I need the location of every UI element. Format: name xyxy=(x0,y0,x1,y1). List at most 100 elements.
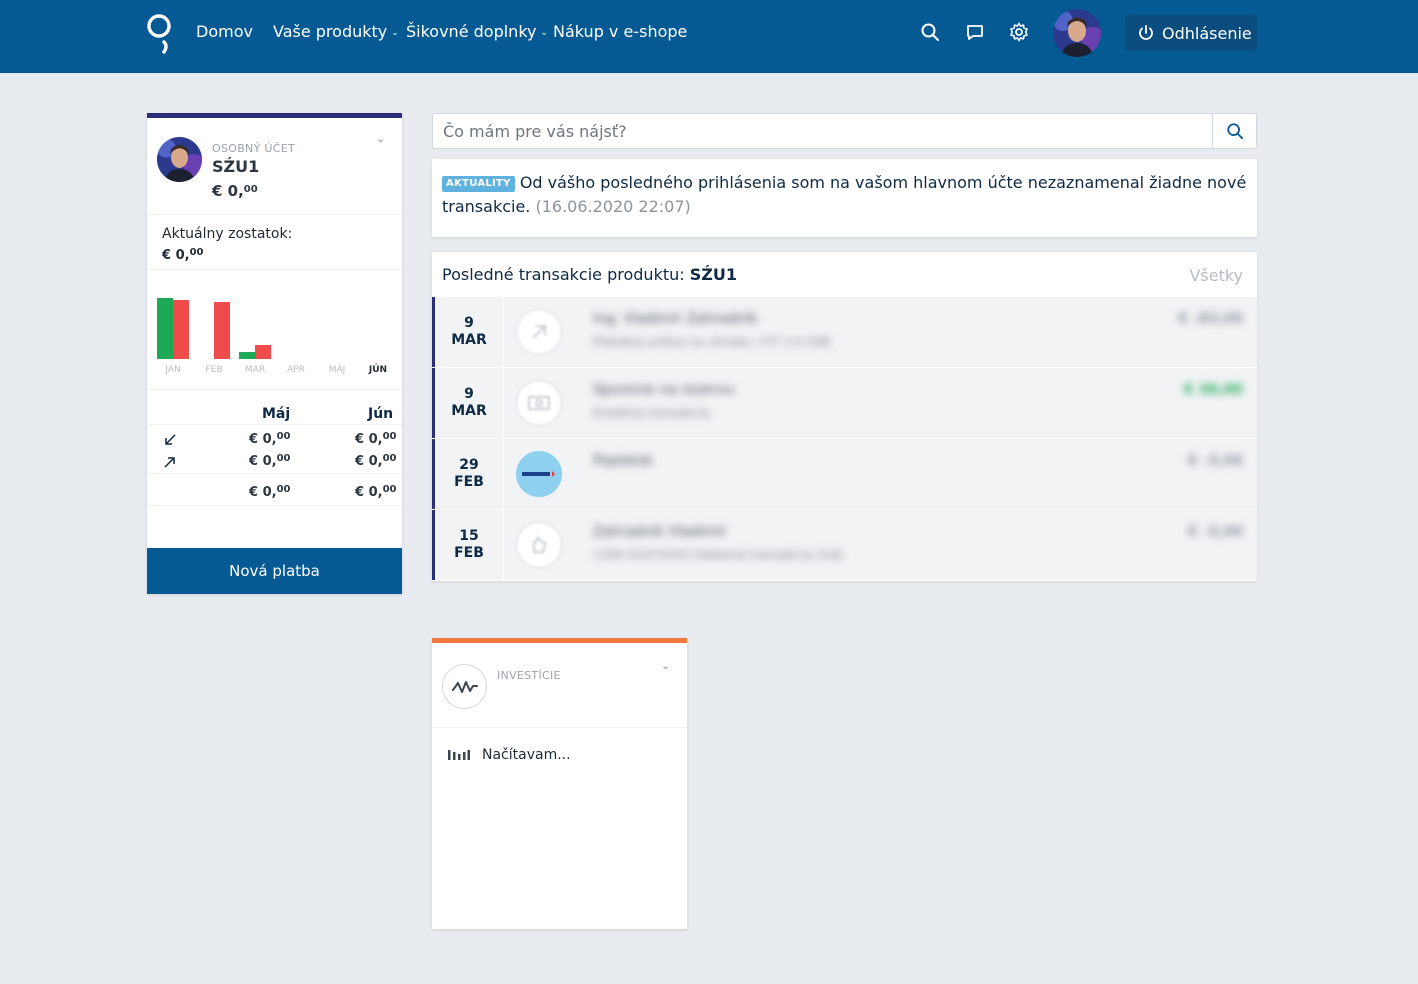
chart-month-label: JÚN xyxy=(368,365,388,375)
news-panel: AKTUALITY Od vášho posledného prihláseni… xyxy=(432,159,1257,237)
new-payment-label: Nová platba xyxy=(229,562,320,580)
transaction-description: 1309 4197XXXX Debetná transakcia (iná) xyxy=(593,548,844,562)
search-icon[interactable] xyxy=(920,22,940,42)
transaction-description: Platobný príkaz na úhradu / FIT 2.0 SSB xyxy=(593,335,831,349)
investments-label: INVESTÍCIE xyxy=(497,669,561,682)
chart-bar xyxy=(255,345,271,359)
account-header[interactable]: OSOBNÝ ÚČET SŹU1 € 0,00 ⌄ xyxy=(147,118,402,215)
balance-value: € 0,00 xyxy=(162,247,203,263)
transactions-product: SŹU1 xyxy=(689,265,737,284)
table-cell: € 0,00 xyxy=(249,431,291,447)
transactions-title-prefix: Posledné transakcie produktu: xyxy=(442,265,685,284)
hand-icon xyxy=(516,522,562,568)
search-button[interactable] xyxy=(1212,114,1256,148)
balance-label: Aktuálny zostatok: xyxy=(162,226,293,242)
search-icon xyxy=(1226,123,1243,140)
transaction-row[interactable]: 29 FEB Poplatok € -3,00 xyxy=(432,439,1257,509)
search-bar xyxy=(432,113,1257,149)
table-header-june: Jún xyxy=(368,406,394,422)
nav-home-label: Domov xyxy=(196,22,253,41)
nav-addons-dropdown[interactable]: Šikovné doplnky ⌄ xyxy=(406,22,548,45)
incoming-arrow-icon xyxy=(165,434,176,445)
account-amount: € 0,00 xyxy=(212,182,258,200)
all-transactions-link[interactable]: Všetky xyxy=(1189,266,1243,285)
chart-month-label: JAN xyxy=(165,365,181,375)
nav-products-label: Vaše produkty xyxy=(273,22,388,41)
chart-bar xyxy=(239,352,255,359)
logout-label: Odhlásenie xyxy=(1162,23,1252,43)
transaction-row[interactable]: 9 MAR Ing. Vladimír Zahradník Platobný pr… xyxy=(432,297,1257,367)
monthly-cashflow-chart: JAN FEB MAR APR MÁJ JÚN xyxy=(147,278,402,388)
transaction-name: Zahradník Vladimír xyxy=(593,524,727,540)
nav-shop-label: Nákup v e-shope xyxy=(553,22,688,41)
divider xyxy=(147,269,402,270)
search-input[interactable] xyxy=(433,114,1212,148)
investments-card: INVESTÍCIE ⌄ Načítavam... xyxy=(432,638,687,929)
logout-button[interactable]: Odhlásenie xyxy=(1125,15,1257,51)
outgoing-arrow-icon xyxy=(164,457,175,468)
new-payment-button[interactable]: Nová platba xyxy=(147,548,402,594)
divider xyxy=(503,510,504,580)
divider xyxy=(503,439,504,509)
transaction-row[interactable]: 9 MAR Sporenie na rezervu Kreditná transa… xyxy=(432,368,1257,438)
divider xyxy=(503,297,504,367)
top-navigation-bar: Domov Vaše produkty ⌄ Šikovné doplnky ⌄ Ná… xyxy=(0,0,1418,73)
table-total: € 0,00 xyxy=(355,484,397,500)
divider xyxy=(147,389,402,390)
transaction-date: 9 MAR xyxy=(451,386,487,419)
chart-month-label: APR xyxy=(287,365,305,375)
account-avatar xyxy=(157,137,202,182)
loading-text: Načítavam... xyxy=(482,747,571,763)
transactions-title: Posledné transakcie produktu: SŹU1 xyxy=(442,265,737,284)
activity-pulse-icon xyxy=(442,664,487,709)
table-total: € 0,00 xyxy=(249,484,291,500)
transaction-date: 29 FEB xyxy=(454,457,484,490)
user-avatar[interactable] xyxy=(1053,9,1101,57)
divider xyxy=(147,505,402,506)
chart-month-label: FEB xyxy=(205,365,223,375)
chevron-down-icon: ⌄ xyxy=(391,28,399,38)
power-icon xyxy=(1139,25,1153,40)
transaction-row[interactable]: 15 FEB Zahradník Vladimír 1309 4197XXXX D… xyxy=(432,510,1257,580)
chevron-down-icon: ⌄ xyxy=(540,28,549,38)
table-header-may: Máj xyxy=(262,406,291,422)
transaction-amount: € -3,00 xyxy=(1188,453,1243,469)
chart-bar xyxy=(157,298,173,359)
transaction-amount: € -3,00 xyxy=(1188,524,1243,540)
gear-icon[interactable] xyxy=(1009,22,1029,42)
transactions-card: Posledné transakcie produktu: SŹU1 Všetk… xyxy=(432,252,1257,581)
nav-products-dropdown[interactable]: Vaše produkty ⌄ xyxy=(273,22,399,45)
chevron-down-icon[interactable]: ⌄ xyxy=(376,132,385,145)
brand-logo[interactable] xyxy=(146,12,174,54)
loading-indicator: Načítavam... xyxy=(448,747,571,763)
news-timestamp: (16.06.2020 22:07) xyxy=(535,197,691,216)
nav-home[interactable]: Domov xyxy=(196,22,253,42)
divider xyxy=(503,368,504,438)
table-cell: € 0,00 xyxy=(249,453,291,469)
account-type-label: OSOBNÝ ÚČET xyxy=(212,142,295,155)
loading-bars-icon xyxy=(448,750,470,760)
account-amount-int: € 0, xyxy=(212,182,244,200)
balance-int: € 0, xyxy=(162,248,190,263)
chart-month-label: MAR xyxy=(244,365,266,375)
cash-icon xyxy=(516,380,562,426)
account-name: SŹU1 xyxy=(212,157,260,176)
transaction-date: 9 MAR xyxy=(451,315,487,348)
nav-shop[interactable]: Nákup v e-shope xyxy=(553,22,687,42)
outgoing-arrow-icon xyxy=(516,309,562,355)
account-card: OSOBNÝ ÚČET SŹU1 € 0,00 ⌄ Aktuálny zosta… xyxy=(147,113,402,594)
balance-dec: 00 xyxy=(189,247,204,258)
nav-addons-label: Šikovné doplnky xyxy=(406,22,537,41)
divider xyxy=(147,424,402,425)
transaction-date: 15 FEB xyxy=(454,528,484,561)
chevron-down-icon[interactable]: ⌄ xyxy=(661,659,670,672)
merchant-logo-icon xyxy=(516,451,562,497)
transaction-amount: € -83,00 xyxy=(1178,311,1243,327)
account-amount-dec: 00 xyxy=(243,184,258,195)
chat-icon[interactable] xyxy=(965,22,985,42)
divider xyxy=(147,473,402,474)
news-badge: AKTUALITY xyxy=(442,176,515,192)
transaction-name: Ing. Vladimír Zahradník xyxy=(593,311,758,327)
table-cell: € 0,00 xyxy=(355,431,397,447)
table-cell: € 0,00 xyxy=(355,453,397,469)
